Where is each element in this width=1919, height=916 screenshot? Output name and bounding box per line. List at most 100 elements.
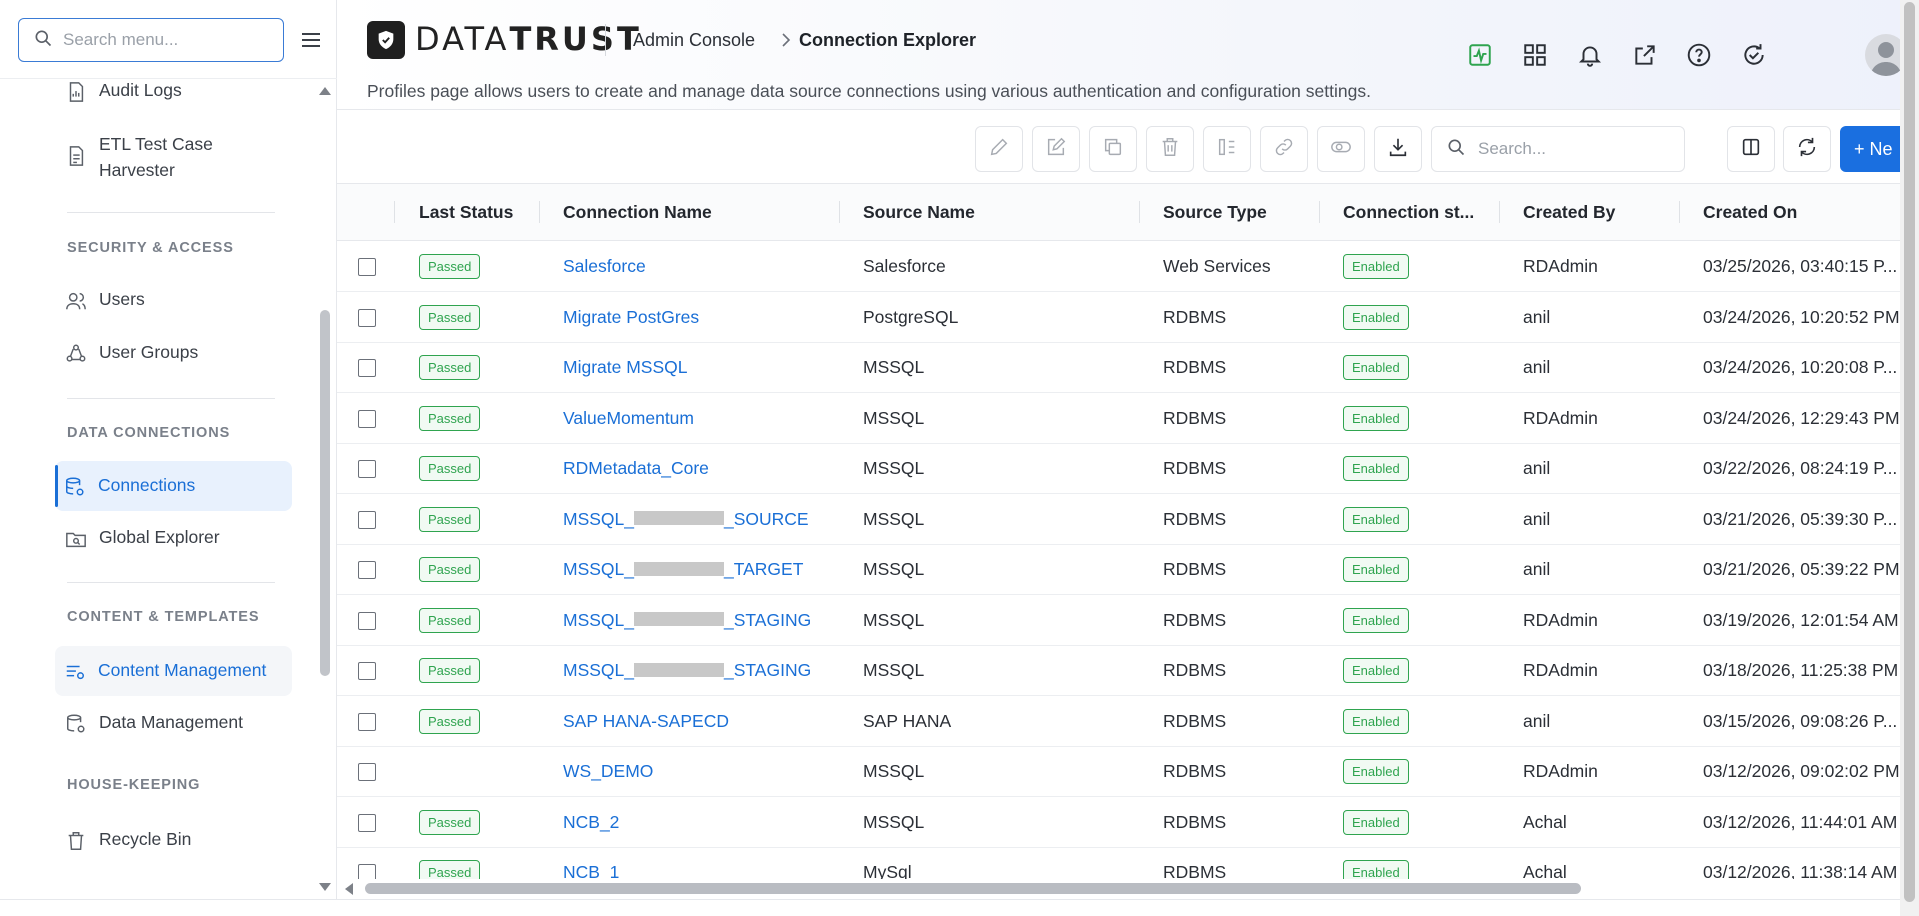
breadcrumb-admin-console[interactable]: Admin Console xyxy=(633,30,755,51)
connection-name-link[interactable]: RDMetadata_Core xyxy=(563,458,709,479)
connection-name-link[interactable]: MSSQL_ _STAGING xyxy=(563,610,811,631)
connection-name-suffix: _SOURCE xyxy=(724,508,809,529)
table-row[interactable]: Passed NCB_1 MySql RDBMS Achal 03/12/2026, 11… xyxy=(337,848,1900,879)
table-row[interactable]: Passed ValueMomentum MSSQL RDBMS RDAdmin 03/2… xyxy=(337,394,1900,444)
col-last-status[interactable]: Last Status xyxy=(419,202,513,223)
status-badge-enabled: Enabled xyxy=(1343,759,1409,784)
connection-name-link[interactable]: ValueMomentum xyxy=(563,408,694,429)
row-checkbox[interactable] xyxy=(358,611,376,630)
horizontal-scrollbar[interactable] xyxy=(337,879,1900,899)
table-row[interactable]: Passed MSSQL_ _TARGET MSSQL RDBMS anil 03/21/2… xyxy=(337,545,1900,595)
sidebar-item-etl-harvester[interactable]: ETL Test Case Harvester xyxy=(56,131,292,181)
help-icon[interactable] xyxy=(1686,42,1712,68)
status-badge-passed: Passed xyxy=(419,860,481,879)
edit-button[interactable] xyxy=(975,126,1023,172)
refresh-check-icon[interactable] xyxy=(1741,42,1767,68)
table-row[interactable]: Passed Migrate PostGres PostgreSQL RDBMS ani… xyxy=(337,293,1900,343)
horizontal-scroll-thumb[interactable] xyxy=(365,883,1581,894)
table-row[interactable]: WS_DEMO MSSQL RDBMS RDAdmin 03/12/2026, 09:0… xyxy=(337,747,1900,797)
row-checkbox[interactable] xyxy=(358,864,376,879)
table-row[interactable]: Passed MSSQL_ _SOURCE MSSQL RDBMS anil 03/21/2… xyxy=(337,495,1900,545)
scroll-down-arrow-icon[interactable] xyxy=(318,880,332,892)
connection-name-link[interactable]: WS_DEMO xyxy=(563,761,653,782)
connection-name-link[interactable]: MSSQL_ _SOURCE xyxy=(563,509,809,530)
col-connection-status[interactable]: Connection st... xyxy=(1343,202,1474,223)
search-icon xyxy=(1446,137,1466,162)
sidebar-item-connections[interactable]: Connections xyxy=(55,461,292,511)
copy-button[interactable] xyxy=(1089,126,1137,172)
connection-name-link[interactable]: Migrate PostGres xyxy=(563,307,699,328)
download-button[interactable] xyxy=(1374,126,1422,172)
col-source-name[interactable]: Source Name xyxy=(863,202,975,223)
connection-name-link[interactable]: MSSQL_ _STAGING xyxy=(563,660,811,681)
row-checkbox[interactable] xyxy=(358,662,376,680)
page-scrollbar[interactable] xyxy=(1900,0,1919,916)
row-checkbox[interactable] xyxy=(358,308,376,327)
external-link-icon[interactable] xyxy=(1632,42,1658,68)
sidebar-item-audit-logs[interactable]: Audit Logs xyxy=(56,80,292,110)
table-row[interactable]: Passed MSSQL_ _STAGING MSSQL RDBMS RDAdmin 03/… xyxy=(337,596,1900,646)
menu-search-input[interactable] xyxy=(63,30,263,50)
connection-name-link[interactable]: NCB_2 xyxy=(563,812,619,833)
connection-name-link[interactable]: Migrate MSSQL xyxy=(563,357,687,378)
status-badge-passed: Passed xyxy=(419,405,481,431)
sidebar-item-user-groups[interactable]: User Groups xyxy=(56,342,292,372)
scroll-left-arrow-icon[interactable] xyxy=(343,882,355,896)
split-view-button[interactable] xyxy=(1727,126,1775,172)
col-source-type[interactable]: Source Type xyxy=(1163,202,1267,223)
col-connection-name[interactable]: Connection Name xyxy=(563,202,712,223)
table-row[interactable]: Passed NCB_2 MSSQL RDBMS Achal 03/12/2026, 11… xyxy=(337,798,1900,848)
toggle-button[interactable] xyxy=(1317,126,1365,172)
column-config-button[interactable] xyxy=(1203,126,1251,172)
table-row[interactable]: Passed Migrate MSSQL MSSQL RDBMS anil 03/24/2… xyxy=(337,343,1900,393)
bell-icon[interactable] xyxy=(1577,42,1603,68)
sidebar-item-content-management[interactable]: Content Management xyxy=(55,646,292,696)
sidebar-item-users[interactable]: Users xyxy=(56,289,292,319)
activity-icon[interactable] xyxy=(1467,42,1493,68)
row-checkbox[interactable] xyxy=(358,561,376,579)
refresh-button[interactable] xyxy=(1783,126,1831,172)
row-checkbox[interactable] xyxy=(358,460,376,478)
scroll-up-arrow-icon[interactable] xyxy=(318,84,332,96)
source-name-cell: MSSQL xyxy=(863,508,925,529)
row-checkbox[interactable] xyxy=(358,763,376,781)
created-on-cell: 03/25/2026, 03:40:15 P... xyxy=(1703,256,1898,276)
source-name-cell: MSSQL xyxy=(863,660,925,680)
hamburger-icon[interactable] xyxy=(300,30,322,50)
sidebar-scrollbar[interactable] xyxy=(318,84,332,892)
row-checkbox[interactable] xyxy=(358,510,376,529)
created-by-cell: Achal xyxy=(1523,811,1567,832)
col-created-on[interactable]: Created On xyxy=(1703,202,1797,223)
sidebar-item-data-management[interactable]: Data Management xyxy=(56,712,292,742)
connection-name-link[interactable]: Salesforce xyxy=(563,256,646,277)
created-on-cell: 03/12/2026, 11:38:14 AM xyxy=(1703,862,1898,879)
table-row[interactable]: Passed Salesforce Salesforce Web Services RD… xyxy=(337,242,1900,292)
table-search-box[interactable] xyxy=(1431,126,1685,172)
source-type-cell: Web Services xyxy=(1163,256,1271,276)
row-checkbox[interactable] xyxy=(358,712,376,731)
grid-icon[interactable] xyxy=(1522,42,1548,68)
list-settings-icon xyxy=(64,661,86,683)
menu-search-box[interactable] xyxy=(18,18,284,62)
link-button[interactable] xyxy=(1260,126,1308,172)
table-row[interactable]: Passed MSSQL_ _STAGING MSSQL RDBMS RDAdmin 03/… xyxy=(337,646,1900,696)
col-created-by[interactable]: Created By xyxy=(1523,202,1615,223)
row-checkbox[interactable] xyxy=(358,409,376,428)
table-row[interactable]: Passed SAP HANA-SAPECD SAP HANA RDBMS anil 03… xyxy=(337,697,1900,747)
connection-name-link[interactable]: MSSQL_ _TARGET xyxy=(563,559,803,580)
connection-name-prefix: MSSQL_ xyxy=(563,660,634,680)
sidebar-scroll-thumb[interactable] xyxy=(320,310,330,676)
delete-button[interactable] xyxy=(1146,126,1194,172)
status-badge-passed: Passed xyxy=(419,355,481,380)
table-search-input[interactable] xyxy=(1478,139,1668,159)
connection-name-link[interactable]: NCB_1 xyxy=(563,862,619,879)
row-checkbox[interactable] xyxy=(358,813,376,832)
sidebar-item-global-explorer[interactable]: Global Explorer xyxy=(56,527,292,557)
page-scroll-thumb[interactable] xyxy=(1904,2,1915,902)
table-row[interactable]: Passed RDMetadata_Core MSSQL RDBMS anil 03/22… xyxy=(337,444,1900,494)
connection-name-link[interactable]: SAP HANA-SAPECD xyxy=(563,711,729,732)
edit-details-button[interactable] xyxy=(1032,126,1080,172)
row-checkbox[interactable] xyxy=(358,359,376,377)
sidebar-item-recycle-bin[interactable]: Recycle Bin xyxy=(56,829,292,859)
row-checkbox[interactable] xyxy=(358,258,376,276)
